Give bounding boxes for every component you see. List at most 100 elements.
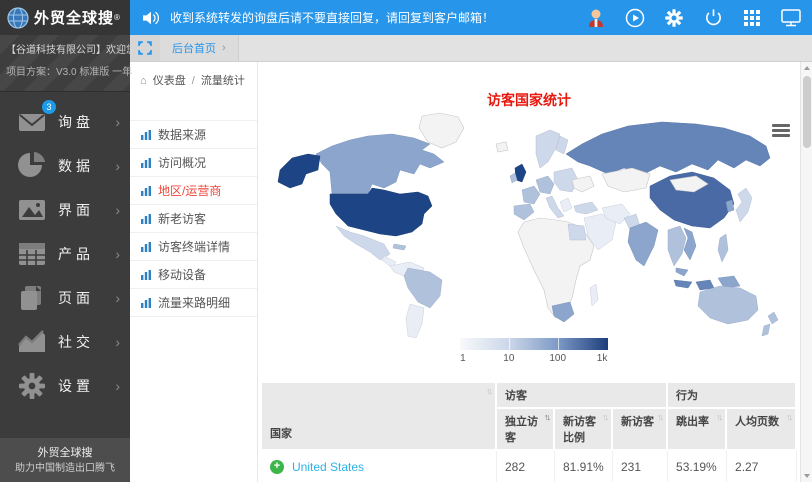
sidebar-footer: 外贸全球搜 助力中国制造出口腾飞 — [0, 438, 130, 482]
globe-logo-icon — [6, 6, 30, 30]
country-link[interactable]: United States — [292, 460, 364, 474]
submenu-label: 数据来源 — [158, 126, 206, 143]
cell-new-visitors: 231 — [613, 451, 668, 482]
submenu-item-terminal-detail[interactable]: 访客终端详情 — [130, 233, 257, 261]
tab-bar: 后台首页 › — [130, 35, 812, 62]
sidebar-item-data[interactable]: 数据 › — [0, 144, 130, 188]
sidebar-item-product[interactable]: 产品 › — [0, 232, 130, 276]
submenu-label: 流量来路明细 — [158, 294, 230, 311]
sidebar-item-label: 页面 — [58, 288, 115, 308]
chevron-right-icon: › — [115, 114, 120, 130]
breadcrumb: ⌂ 仪表盘 / 流量统计 — [130, 62, 257, 88]
submenu-panel: ⌂ 仪表盘 / 流量统计 数据来源 访问概况 地区/运营商 新老访客 访客终端详… — [130, 62, 258, 482]
breadcrumb-separator: / — [192, 75, 195, 87]
topbar: 收到系统转发的询盘后请不要直接回复，请回复到客户邮箱！ — [130, 0, 812, 35]
footer-slogan: 助力中国制造出口腾飞 — [0, 461, 130, 476]
sidebar-menu: 3 询盘 › 数据 › 界面 › 产品 › — [0, 100, 130, 408]
sort-icon[interactable]: ↑↓ — [486, 386, 491, 396]
breadcrumb-dashboard[interactable]: 仪表盘 — [153, 75, 186, 87]
col-label: 新访客比例 — [563, 416, 596, 444]
chevron-right-icon: › — [115, 158, 120, 174]
pages-icon — [16, 282, 48, 314]
chevron-right-icon: › — [115, 334, 120, 350]
pie-chart-icon — [16, 150, 48, 182]
chevron-right-icon: › — [115, 246, 120, 262]
submenu-item-mobile-devices[interactable]: 移动设备 — [130, 261, 257, 289]
col-new-visitors: ↑↓ 新访客 — [613, 409, 668, 451]
welcome-text: 【谷道科技有限公司】欢迎您! — [6, 43, 124, 59]
submenu-item-region-carrier[interactable]: 地区/运营商 — [130, 177, 257, 205]
submenu-label: 访客终端详情 — [158, 238, 230, 255]
scroll-up-icon[interactable] — [801, 62, 812, 74]
play-circle-icon[interactable] — [622, 5, 648, 31]
envelope-icon: 3 — [16, 106, 48, 138]
sort-icon[interactable]: ↑↓ — [716, 412, 721, 422]
behavior-group-header: 行为 — [668, 383, 797, 409]
sort-icon-active[interactable]: ↑↓ — [544, 412, 549, 422]
tab-home[interactable]: 后台首页 › — [160, 35, 239, 61]
legend-labels: 1 10 100 1k — [460, 353, 608, 367]
sidebar: 外贸全球搜 ® 【谷道科技有限公司】欢迎您! 项目方案：V3.0 标准版 一年 … — [0, 0, 130, 482]
sidebar-item-inquiry[interactable]: 3 询盘 › — [0, 100, 130, 144]
sidebar-item-settings[interactable]: 设置 › — [0, 364, 130, 408]
bar-chart-icon — [140, 297, 152, 309]
legend-gradient-bar — [460, 338, 608, 350]
topbar-icons — [583, 5, 804, 31]
legend-tick: 1 — [460, 353, 466, 364]
grid-icon[interactable] — [739, 5, 765, 31]
bar-chart-icon — [140, 129, 152, 141]
submenu-item-new-old-visitors[interactable]: 新老访客 — [130, 205, 257, 233]
gear-icon[interactable] — [661, 5, 687, 31]
bar-chart-icon — [140, 213, 152, 225]
submenu-item-data-source[interactable]: 数据来源 — [130, 121, 257, 149]
legend-tick: 10 — [503, 353, 514, 364]
chart-title: 访客国家统计 — [258, 90, 800, 110]
country-header-label: 国家 — [270, 428, 292, 440]
power-icon[interactable] — [700, 5, 726, 31]
trend-chart-icon — [16, 326, 48, 358]
image-icon — [16, 194, 48, 226]
sidebar-item-label: 界面 — [58, 200, 115, 220]
country-column-header: ↑↓ 国家 — [262, 383, 497, 451]
expand-plus-icon[interactable]: + — [270, 460, 284, 474]
chevron-right-icon: › — [115, 290, 120, 306]
cell-bounce-rate: 53.19% — [668, 451, 727, 482]
cell-pages-per-visit: 2.27 — [727, 451, 797, 482]
scrollbar-thumb[interactable] — [803, 76, 811, 148]
inquiry-badge: 3 — [42, 100, 56, 114]
country-stats-table: ↑↓ 国家 访客 行为 ↑↓ 独立访客 ↑↓ 新访客比例 ↑↓ 新访客 — [262, 383, 797, 482]
col-label: 人均页数 — [735, 416, 779, 428]
monitor-icon[interactable] — [778, 5, 804, 31]
logo: 外贸全球搜 ® — [0, 0, 130, 35]
bar-chart-icon — [140, 157, 152, 169]
col-label: 跳出率 — [676, 416, 709, 428]
scroll-down-icon[interactable] — [801, 470, 812, 482]
vertical-scrollbar[interactable] — [800, 62, 812, 482]
submenu-label: 移动设备 — [158, 266, 206, 283]
avatar[interactable] — [583, 5, 609, 31]
col-label: 独立访客 — [505, 416, 538, 444]
sort-icon[interactable]: ↑↓ — [602, 412, 607, 422]
sidebar-item-interface[interactable]: 界面 › — [0, 188, 130, 232]
submenu-item-traffic-sources[interactable]: 流量来路明细 — [130, 289, 257, 317]
submenu-item-visit-overview[interactable]: 访问概况 — [130, 149, 257, 177]
sidebar-item-label: 询盘 — [58, 112, 115, 132]
bar-chart-icon — [140, 185, 152, 197]
sidebar-item-social[interactable]: 社交 › — [0, 320, 130, 364]
sort-icon[interactable]: ↑↓ — [786, 412, 791, 422]
brand-name: 外贸全球搜 — [34, 7, 114, 28]
col-new-visitor-ratio: ↑↓ 新访客比例 — [555, 409, 613, 451]
col-unique-visitors: ↑↓ 独立访客 — [497, 409, 555, 451]
submenu-label: 访问概况 — [158, 154, 206, 171]
sidebar-item-label: 社交 — [58, 332, 115, 352]
tab-arrow-icon: › — [222, 42, 226, 54]
sidebar-item-pages[interactable]: 页面 › — [0, 276, 130, 320]
visitors-group-header: 访客 — [497, 383, 668, 409]
sidebar-item-label: 产品 — [58, 244, 115, 264]
world-map[interactable] — [272, 110, 784, 342]
chevron-right-icon: › — [115, 378, 120, 394]
sort-icon[interactable]: ↑↓ — [657, 412, 662, 422]
sidebar-item-label: 数据 — [58, 156, 115, 176]
breadcrumb-traffic[interactable]: 流量统计 — [201, 75, 245, 87]
gear-icon — [16, 370, 48, 402]
